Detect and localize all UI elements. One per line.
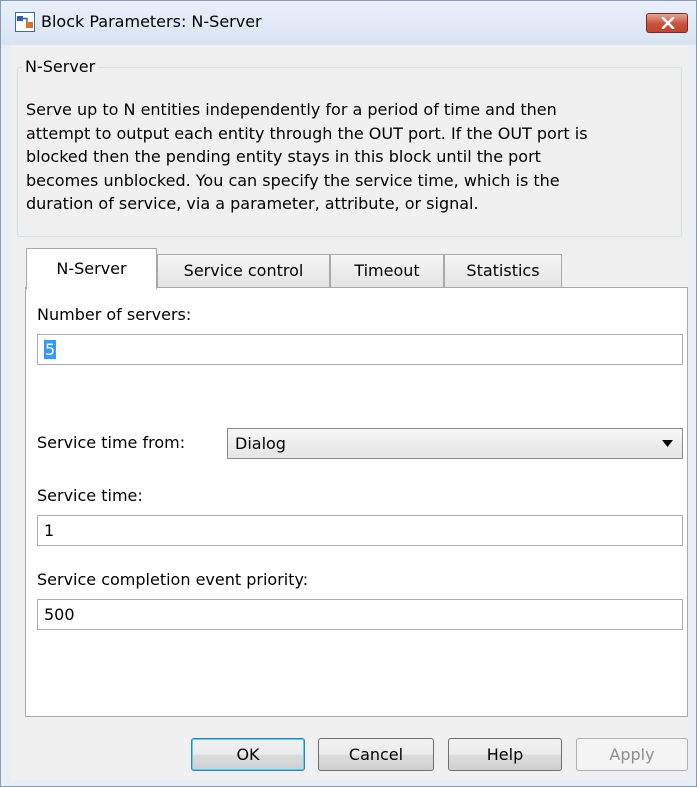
service-time-from-value: Dialog [235,434,286,453]
dialog-window: Block Parameters: N-Server N-Server Serv… [0,0,697,787]
group-title: N-Server [22,57,99,76]
help-button[interactable]: Help [448,738,562,771]
service-time-from-label: Service time from: [37,433,186,452]
close-button[interactable] [646,13,688,33]
completion-priority-input[interactable]: 500 [37,599,683,630]
tab-panel-n-server: Number of servers: 5 Service time from: … [25,287,688,717]
number-of-servers-value: 5 [44,340,57,359]
block-description: Serve up to N entities independently for… [26,100,588,213]
number-of-servers-label: Number of servers: [37,305,192,324]
tab-statistics[interactable]: Statistics [444,254,562,288]
window-title: Block Parameters: N-Server [41,12,262,31]
close-icon [661,17,675,29]
service-time-input[interactable]: 1 [37,515,683,546]
tab-service-control[interactable]: Service control [157,254,330,288]
chevron-down-icon [662,440,673,447]
simulink-block-icon [15,12,35,32]
title-bar[interactable]: Block Parameters: N-Server [1,1,696,45]
number-of-servers-input[interactable]: 5 [37,334,683,365]
tab-timeout[interactable]: Timeout [330,254,444,288]
dialog-client-area: N-Server Serve up to N entities independ… [10,45,688,780]
apply-button[interactable]: Apply [576,738,688,771]
ok-button[interactable]: OK [191,738,305,771]
tab-n-server[interactable]: N-Server [26,248,157,289]
service-time-label: Service time: [37,486,143,505]
cancel-button[interactable]: Cancel [318,738,434,771]
completion-priority-label: Service completion event priority: [37,570,309,589]
service-time-from-select[interactable]: Dialog [227,428,683,459]
